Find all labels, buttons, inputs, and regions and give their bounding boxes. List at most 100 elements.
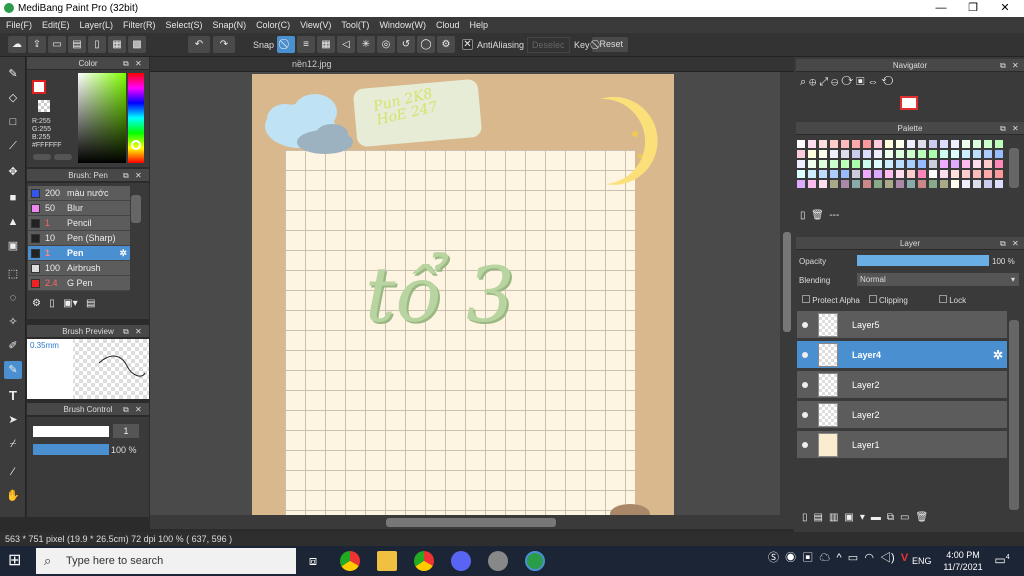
menu-window[interactable]: Window(W) [379,20,426,30]
layer-row-selected[interactable]: Layer4 ✲ [797,341,1007,369]
palette-swatch[interactable] [929,170,937,178]
palette-swatch[interactable] [907,140,915,148]
menu-help[interactable]: Help [469,20,488,30]
palette-swatch[interactable] [984,160,992,168]
brush-item[interactable]: 2.4 G Pen [28,276,130,291]
menu-tool[interactable]: Tool(T) [341,20,369,30]
palette-swatch[interactable] [940,180,948,188]
zoom-in-icon[interactable]: ⊕ [809,76,819,88]
add-layer-menu-icon[interactable]: ▣▾ [844,512,870,523]
fit-icon[interactable]: ⤢ [819,76,831,88]
brush-size-slider[interactable] [33,426,109,437]
file-explorer-icon[interactable] [377,551,397,571]
wifi-icon[interactable]: ◠ [864,552,874,564]
task-view-icon[interactable]: ⧈ [303,551,323,571]
palette-swatch[interactable] [984,140,992,148]
snap-ellipse-icon[interactable]: ◯ [417,36,435,53]
popout-icon[interactable]: ⧉ [123,57,129,70]
hand-tool-icon[interactable]: ✋ [4,487,22,505]
fill-rect-tool-icon[interactable]: ■ [4,189,22,207]
dropper-tool-icon[interactable]: ⌿ [4,435,22,453]
palette-swatch[interactable] [885,160,893,168]
visibility-eye-icon[interactable] [802,321,808,328]
snap-curve-icon[interactable]: ↺ [397,36,415,53]
palette-swatch[interactable] [830,140,838,148]
palette-swatch[interactable] [984,170,992,178]
palette-swatch[interactable] [973,140,981,148]
vertical-scrollbar-track[interactable] [780,72,794,515]
palette-swatch[interactable] [940,170,948,178]
palette-swatch[interactable] [885,170,893,178]
brush-menu-icon[interactable]: ▣▾ [63,298,77,309]
windows-start-icon[interactable]: ⊞ [8,552,26,570]
palette-swatch[interactable] [819,170,827,178]
palette-swatch[interactable] [962,170,970,178]
palette-swatch[interactable] [852,170,860,178]
palette-swatch[interactable] [907,160,915,168]
palette-swatch[interactable] [951,180,959,188]
palette-swatch[interactable] [995,150,1003,158]
hue-slider-handle[interactable] [131,140,141,150]
brush-import-icon[interactable]: ▤ [86,298,95,309]
palette-swatch[interactable] [841,180,849,188]
network-icon[interactable]: ▣ [802,552,813,564]
brush-item[interactable]: 200 màu nước [28,186,130,201]
new-color-layer-icon[interactable]: ▤ [814,512,829,523]
operation-tool-icon[interactable]: ➤ [4,411,22,429]
palette-swatch[interactable] [819,140,827,148]
palette-swatch[interactable] [874,160,882,168]
select-pen-tool-icon[interactable]: ✐ [4,337,22,355]
brush-tool-icon[interactable]: ✎ [4,65,22,83]
palette-swatch[interactable] [819,160,827,168]
palette-swatch[interactable] [885,150,893,158]
palette-swatch[interactable] [940,140,948,148]
palette-swatch[interactable] [896,160,904,168]
saturation-value-picker[interactable] [78,73,126,163]
popout-icon[interactable]: ⧉ [123,325,129,338]
palette-swatch[interactable] [984,150,992,158]
palette-swatch[interactable] [918,150,926,158]
layer-settings-gear-icon[interactable]: ✲ [993,348,1003,362]
new-halftone-layer-icon[interactable]: ▥ [829,512,844,523]
palette-swatch[interactable] [929,150,937,158]
palette-swatch[interactable] [830,160,838,168]
palette-swatch[interactable] [841,160,849,168]
popout-icon[interactable]: ⧉ [123,169,129,182]
layer-opacity-slider[interactable] [857,255,989,266]
comment-icon[interactable]: ▭ [48,36,66,53]
select-rect-tool-icon[interactable]: ⬚ [4,265,22,283]
volume-icon[interactable]: ◁) [880,552,895,564]
text-tool-icon[interactable]: T [4,387,22,405]
vertical-scrollbar-thumb[interactable] [783,232,791,332]
language-indicator[interactable]: ENG [912,556,932,566]
cloud-tray-icon[interactable]: ☁ [819,552,830,564]
snap-grid-icon[interactable]: ▦ [317,36,335,53]
battery-icon[interactable]: ▭ [848,552,858,564]
background-color-swatch[interactable] [38,100,50,112]
palette-swatch[interactable] [962,140,970,148]
delete-layer-icon[interactable]: 🗑 [915,512,934,523]
palette-swatch[interactable] [951,150,959,158]
zoom-out-icon[interactable]: ⊖ [831,76,841,88]
palette-swatch[interactable] [918,180,926,188]
palette-swatch[interactable] [951,170,959,178]
palette-swatch[interactable] [830,180,838,188]
antialias-checkbox[interactable]: ✕ [462,39,473,50]
actual-size-icon[interactable]: ▣ [856,76,867,88]
palette-swatch[interactable] [797,150,805,158]
palette-swatch[interactable] [896,180,904,188]
palette-swatch[interactable] [874,140,882,148]
close-icon[interactable]: ✕ [135,325,142,338]
eyedropper-tool-icon[interactable]: ⁄ [4,463,22,481]
foreground-color-swatch[interactable] [32,80,46,94]
layer-row[interactable]: Layer5 [797,311,1007,339]
palette-swatch[interactable] [830,170,838,178]
camera-icon[interactable] [488,551,508,571]
reset-view-icon[interactable]: ⟲ [882,76,897,88]
page-icon[interactable]: ▯ [88,36,106,53]
palette-swatch[interactable] [995,170,1003,178]
document-tab[interactable]: nền12.jpg [292,59,332,69]
canvas-area[interactable]: Pun 2K8 HoE 247 tổ 3 [150,72,780,515]
discord-icon[interactable] [451,551,471,571]
palette-swatch[interactable] [907,150,915,158]
